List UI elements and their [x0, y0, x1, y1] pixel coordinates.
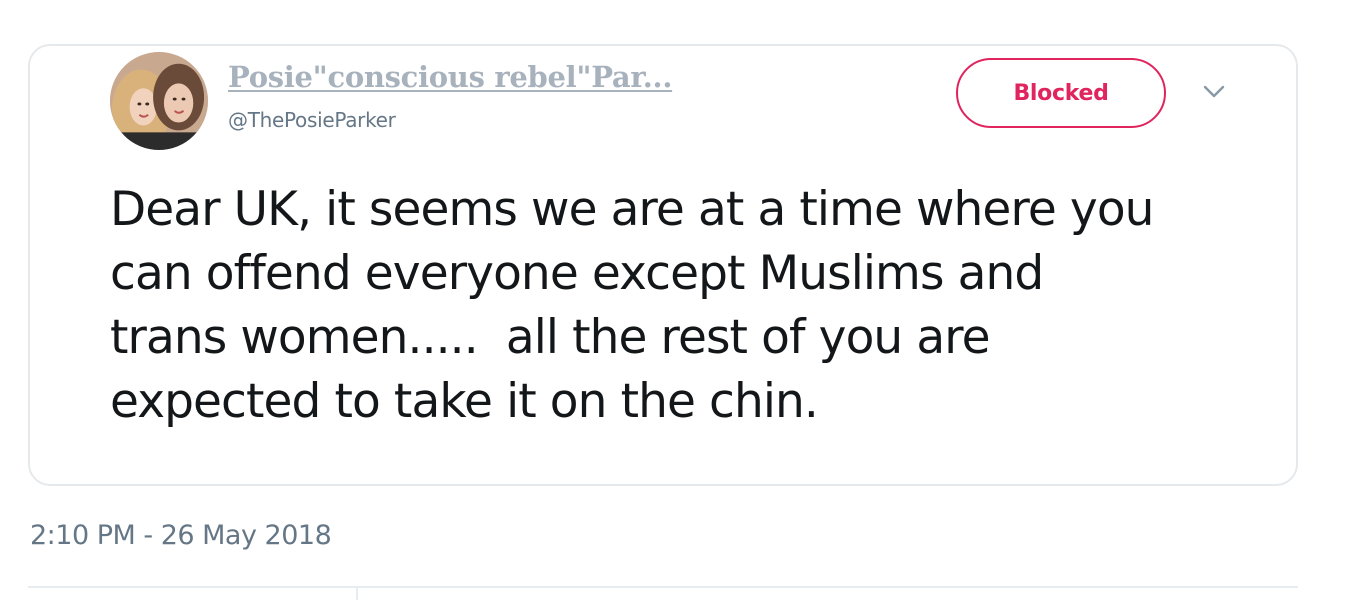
author-display-name[interactable]: Posie"conscious rebel"Par... — [228, 60, 672, 94]
divider — [28, 586, 1298, 588]
profile-photo-icon — [110, 52, 208, 150]
divider — [356, 588, 358, 600]
tweet-text: Dear UK, it seems we are at a time where… — [110, 178, 1250, 434]
tweet-text-line: trans women..... all the rest of you are — [110, 310, 991, 365]
tweet-text-line: Dear UK, it seems we are at a time where… — [110, 182, 1154, 237]
tweet-card: Posie"conscious rebel"Par... @ThePosiePa… — [28, 44, 1298, 486]
chevron-down-icon[interactable] — [1202, 82, 1226, 102]
tweet-text-line: expected to take it on the chin. — [110, 374, 819, 429]
author-handle[interactable]: @ThePosieParker — [228, 108, 396, 132]
tweet-text-line: can offend everyone except Muslims and — [110, 246, 1044, 301]
blocked-button[interactable]: Blocked — [956, 58, 1166, 128]
avatar[interactable] — [110, 52, 208, 150]
tweet-timestamp[interactable]: 2:10 PM - 26 May 2018 — [30, 520, 332, 551]
